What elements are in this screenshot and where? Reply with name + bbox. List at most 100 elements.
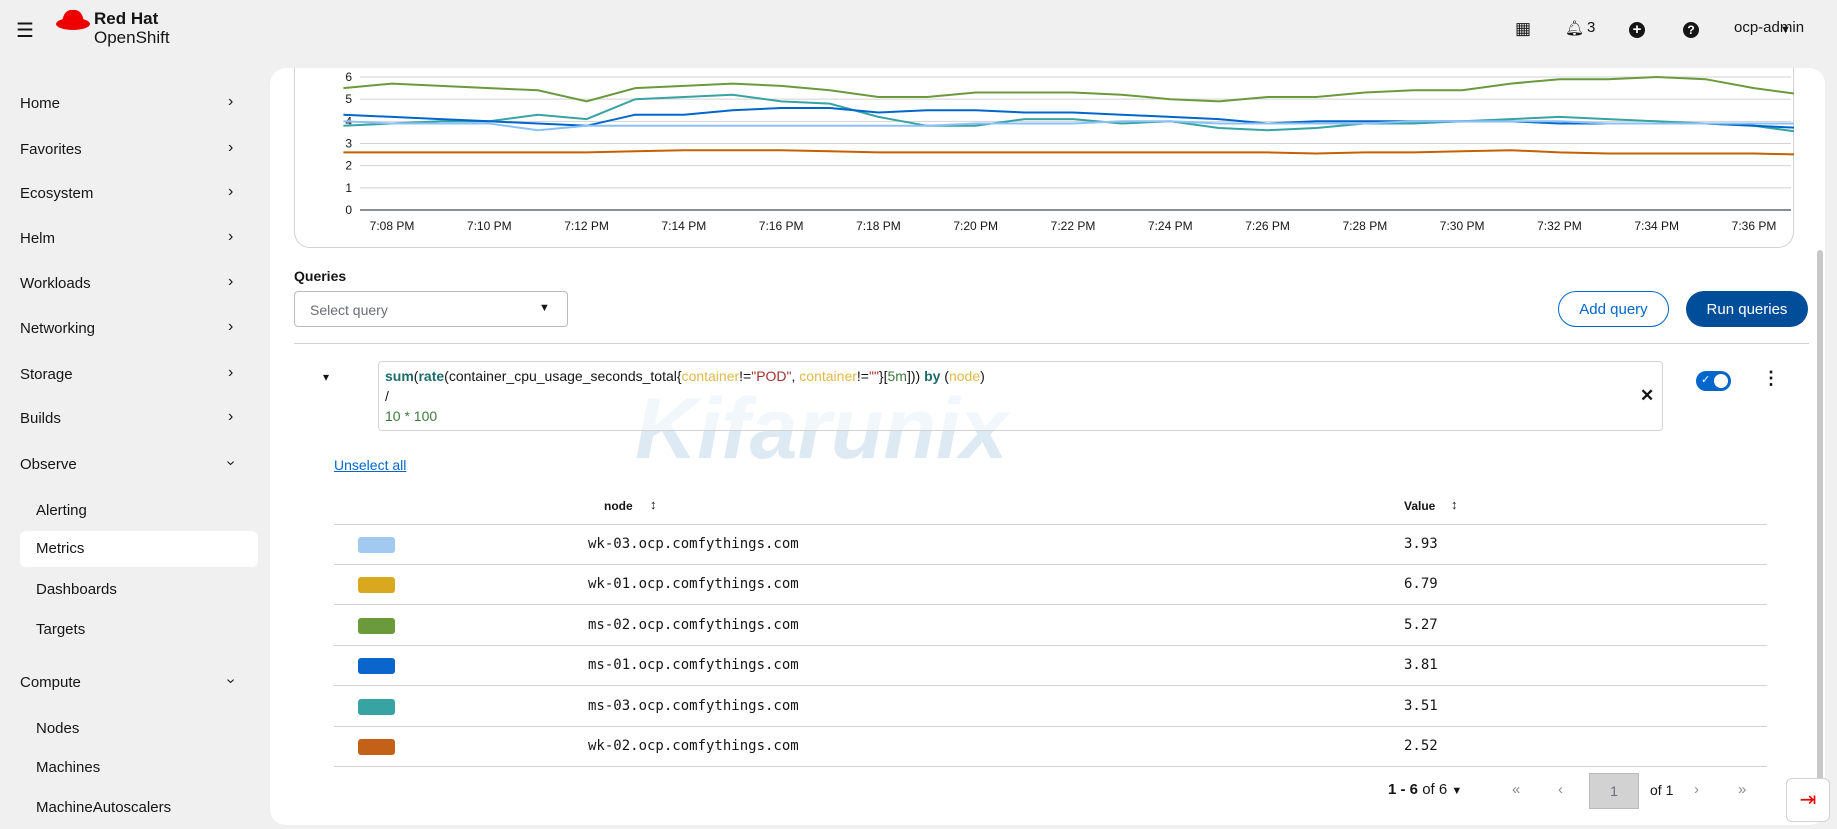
value-cell: 3.51	[1404, 697, 1438, 714]
chevron-right-icon[interactable]: ›	[228, 408, 233, 426]
node-cell: wk-03.ocp.comfythings.com	[588, 536, 799, 552]
table-row: wk-03.ocp.comfythings.com 3.93	[334, 525, 1767, 565]
pagination-total: of 6	[1422, 781, 1448, 798]
series-color-swatch[interactable]	[358, 698, 395, 715]
sidebar-item-helm[interactable]: Helm	[20, 230, 55, 247]
query-expression-editor[interactable]: sum (rate(container_cpu_usage_seconds_tot…	[378, 361, 1663, 431]
plus-circle-icon[interactable]: +	[1629, 22, 1645, 38]
expr-token: container	[681, 368, 740, 384]
column-header-node[interactable]: node	[604, 499, 633, 513]
chevron-right-icon[interactable]: ›	[228, 93, 233, 111]
sidebar-item-nodes[interactable]: Nodes	[36, 720, 79, 737]
y-tick-label: 1	[345, 181, 352, 195]
bell-icon[interactable]: 🔔︎	[1565, 19, 1584, 37]
chevron-right-icon[interactable]: ›	[228, 183, 233, 201]
expr-token: 5m	[887, 368, 907, 384]
x-tick-label: 7:30 PM	[1440, 219, 1485, 233]
sort-icon[interactable]: ↕	[650, 497, 657, 512]
scrollbar[interactable]	[1817, 250, 1823, 820]
sidebar-item-storage[interactable]: Storage	[20, 366, 73, 383]
sidebar-item-dashboards[interactable]: Dashboards	[36, 581, 117, 598]
caret-down-icon[interactable]: ▼	[1780, 24, 1791, 36]
column-header-value[interactable]: Value	[1404, 499, 1435, 513]
chevron-right-icon[interactable]: ›	[228, 318, 233, 336]
caret-down-icon: ▼	[1451, 785, 1463, 797]
sidebar-item-machines[interactable]: Machines	[36, 759, 100, 776]
x-tick-label: 7:14 PM	[662, 219, 707, 233]
sidebar-item-observe[interactable]: Observe	[20, 456, 77, 473]
add-query-button[interactable]: Add query	[1558, 291, 1669, 327]
expr-token: container	[799, 368, 857, 384]
table-row: ms-02.ocp.comfythings.com 5.27	[334, 606, 1767, 646]
brand-redhat: Red Hat	[94, 9, 159, 28]
expr-token: !=	[856, 368, 869, 384]
redhat-logo-icon	[56, 9, 90, 30]
value-cell: 3.81	[1404, 657, 1438, 674]
expr-token: by	[924, 368, 941, 384]
query-expression-line-2: /	[385, 388, 389, 404]
expr-token: ]))	[906, 368, 925, 384]
value-cell: 5.27	[1404, 616, 1438, 633]
page-number-input[interactable]: 1	[1589, 773, 1639, 809]
x-tick-label: 7:16 PM	[759, 219, 804, 233]
series-color-swatch[interactable]	[358, 739, 395, 755]
first-page-button[interactable]: «	[1512, 781, 1520, 798]
expr-token: ""	[868, 368, 879, 384]
x-tick-label: 7:24 PM	[1148, 219, 1193, 233]
unselect-all-link[interactable]: Unselect all	[334, 457, 406, 473]
query-expression-line-3: 10 * 100	[385, 408, 438, 424]
series-line-ms-02[interactable]	[343, 75, 1794, 103]
user-menu[interactable]: ocp-admin	[1734, 19, 1804, 36]
chevron-right-icon[interactable]: ›	[228, 228, 233, 246]
sidebar-item-networking[interactable]: Networking	[20, 320, 95, 337]
expr-token: )	[980, 368, 985, 384]
series-line-wk-02[interactable]	[343, 149, 1794, 156]
metrics-line-chart: 01234567:08 PM 7:10 PM 7:12 PM 7:14 PM 7:16 …	[343, 70, 1794, 233]
quickstart-launcher-icon[interactable]: ⇥	[1786, 778, 1830, 822]
series-color-swatch[interactable]	[358, 577, 395, 594]
series-color-swatch[interactable]	[358, 658, 395, 675]
series-line-ms-03[interactable]	[343, 93, 1794, 133]
table-header: node ↕ Value ↕	[334, 485, 1767, 525]
pagination-range[interactable]: 1 - 6 of 6 ▼	[1388, 781, 1462, 798]
sidebar-item-favorites[interactable]: Favorites	[20, 141, 82, 158]
node-cell: ms-02.ocp.comfythings.com	[588, 616, 799, 633]
chevron-right-icon[interactable]: ›	[228, 139, 233, 157]
value-cell: 2.52	[1404, 738, 1438, 754]
sidebar-item-targets[interactable]: Targets	[36, 621, 85, 638]
kebab-menu-icon[interactable]: ⋮	[1762, 368, 1780, 389]
help-icon[interactable]: ?	[1683, 22, 1699, 38]
series-line-wk-03[interactable]	[343, 120, 1794, 132]
notification-count[interactable]: 3	[1587, 19, 1595, 36]
x-tick-label: 7:12 PM	[564, 219, 609, 233]
sidebar-item-workloads[interactable]: Workloads	[20, 275, 91, 292]
run-queries-button[interactable]: Run queries	[1686, 291, 1808, 327]
app-launcher-icon[interactable]: ▦	[1515, 19, 1531, 39]
collapse-query-chevron-icon[interactable]: ▾	[323, 370, 329, 384]
clear-query-icon[interactable]: ✕	[1640, 386, 1654, 406]
previous-page-button[interactable]: ‹	[1558, 781, 1563, 798]
series-color-swatch[interactable]	[358, 617, 395, 634]
sidebar-item-builds[interactable]: Builds	[20, 410, 61, 427]
chevron-right-icon[interactable]: ›	[228, 273, 233, 291]
chevron-right-icon[interactable]: ›	[228, 364, 233, 382]
chevron-down-icon[interactable]: ›	[222, 678, 240, 683]
select-query-dropdown[interactable]: Select query ▼	[294, 291, 568, 327]
hamburger-menu-icon[interactable]: ☰	[16, 18, 34, 43]
sidebar-item-machineautoscalers[interactable]: MachineAutoscalers	[36, 799, 171, 816]
last-page-button[interactable]: »	[1738, 781, 1746, 798]
sort-icon[interactable]: ↕	[1451, 497, 1458, 512]
select-query-placeholder: Select query	[310, 302, 388, 318]
query-enable-toggle[interactable]: ✓	[1696, 371, 1731, 391]
x-tick-label: 7:34 PM	[1634, 219, 1679, 233]
sidebar-item-ecosystem[interactable]: Ecosystem	[20, 185, 93, 202]
next-page-button[interactable]: ›	[1694, 781, 1699, 798]
sidebar-item-compute[interactable]: Compute	[20, 674, 81, 691]
value-cell: 3.93	[1404, 536, 1438, 552]
series-color-swatch[interactable]	[358, 537, 395, 553]
sidebar-item-alerting[interactable]: Alerting	[36, 502, 87, 519]
chevron-down-icon[interactable]: ›	[222, 460, 240, 465]
y-tick-label: 6	[345, 70, 352, 84]
sidebar-item-metrics[interactable]: Metrics	[36, 540, 84, 557]
sidebar-item-home[interactable]: Home	[20, 95, 60, 112]
